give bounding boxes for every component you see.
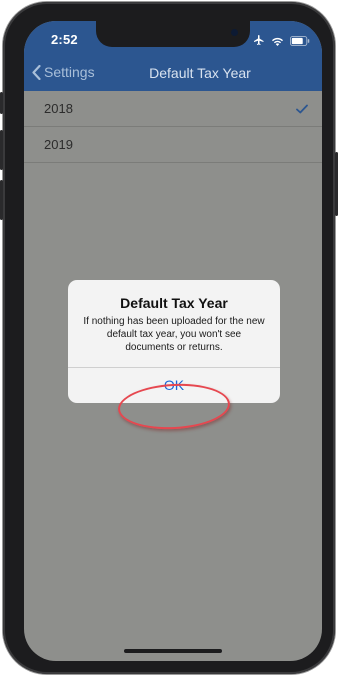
volume-up-button [0, 130, 3, 170]
checkmark-icon [296, 91, 308, 126]
alert-dialog: Default Tax Year If nothing has been upl… [68, 280, 280, 403]
screen: 2:52 Settings Default Tax Year 2018 2019… [24, 21, 322, 661]
airplane-icon [253, 33, 265, 51]
camera-icon [231, 29, 238, 36]
silent-switch [0, 92, 3, 114]
status-time: 2:52 [51, 32, 78, 47]
notch [96, 21, 250, 47]
dialog-title: Default Tax Year [120, 295, 228, 311]
list-item-label: 2019 [44, 137, 73, 152]
status-icons [253, 33, 310, 51]
page-title: Default Tax Year [149, 65, 251, 81]
home-indicator [124, 649, 222, 653]
list-item-label: 2018 [44, 101, 73, 116]
volume-down-button [0, 180, 3, 220]
wifi-icon [271, 33, 284, 51]
dialog-message: If nothing has been uploaded for the new… [83, 316, 265, 353]
navigation-bar: 2:52 Settings Default Tax Year [24, 21, 322, 91]
phone-frame: 2:52 Settings Default Tax Year 2018 2019… [0, 2, 338, 674]
battery-icon [290, 33, 310, 51]
list-item-2018[interactable]: 2018 [24, 91, 322, 127]
tax-year-list: 2018 2019 [24, 91, 322, 163]
ok-button[interactable]: OK [68, 368, 280, 403]
list-item-2019[interactable]: 2019 [24, 127, 322, 163]
power-button [335, 152, 338, 216]
